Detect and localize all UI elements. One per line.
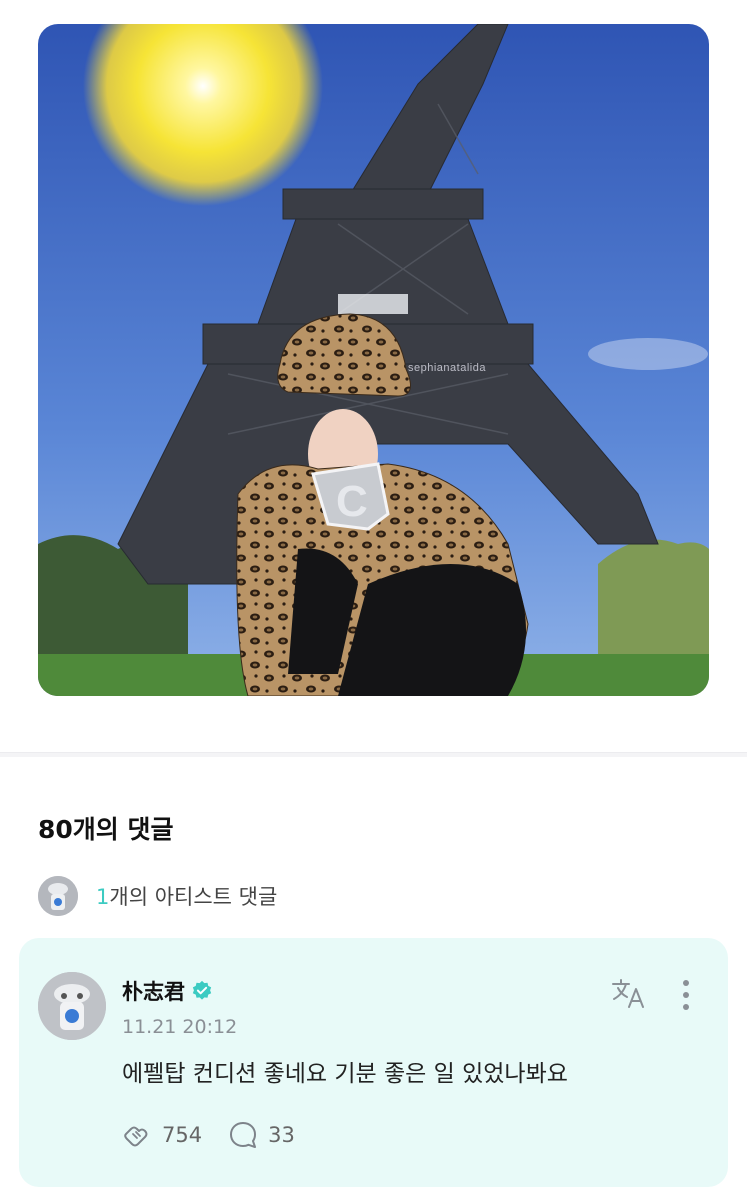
artist-comment-card: 朴志君 11.21 20:12 에펠탑 컨디션 좋네요 기분 좋은 일 있었나봐… xyxy=(19,938,728,1187)
comment-username[interactable]: 朴志君 xyxy=(122,976,213,1006)
reply-count: 33 xyxy=(268,1123,295,1147)
reply-icon xyxy=(230,1122,257,1148)
watermark: sephianatalida xyxy=(408,362,486,374)
artist-comments-text: 개의 아티스트 댓글 xyxy=(109,885,278,909)
comment-timestamp: 11.21 20:12 xyxy=(122,1016,238,1038)
avatar xyxy=(38,876,78,916)
artist-comments-count: 1 xyxy=(96,885,110,909)
like-button[interactable]: 754 xyxy=(122,1120,202,1150)
commenter-avatar[interactable] xyxy=(38,972,106,1040)
more-vertical-icon[interactable] xyxy=(681,978,691,1012)
section-divider xyxy=(0,752,747,757)
artist-comments-link[interactable]: 1개의 아티스트 댓글 xyxy=(38,876,277,916)
comments-count: 80개의 댓글 xyxy=(38,815,174,844)
artist-comments-label: 1개의 아티스트 댓글 xyxy=(96,881,277,911)
translate-icon[interactable] xyxy=(609,974,649,1014)
verified-badge-icon xyxy=(192,980,212,1000)
eiffel-tower-photo: C xyxy=(38,24,709,696)
username-text: 朴志君 xyxy=(122,980,185,1004)
post-image[interactable]: C sephianatalida xyxy=(38,24,709,696)
reply-button[interactable]: 33 xyxy=(228,1120,295,1150)
like-icon xyxy=(124,1126,148,1147)
like-count: 754 xyxy=(162,1123,203,1147)
svg-text:C: C xyxy=(336,477,368,526)
comment-body: 에펠탑 컨디션 좋네요 기분 좋은 일 있었나봐요 xyxy=(122,1061,568,1087)
comment-actions: 754 33 xyxy=(122,1118,321,1152)
